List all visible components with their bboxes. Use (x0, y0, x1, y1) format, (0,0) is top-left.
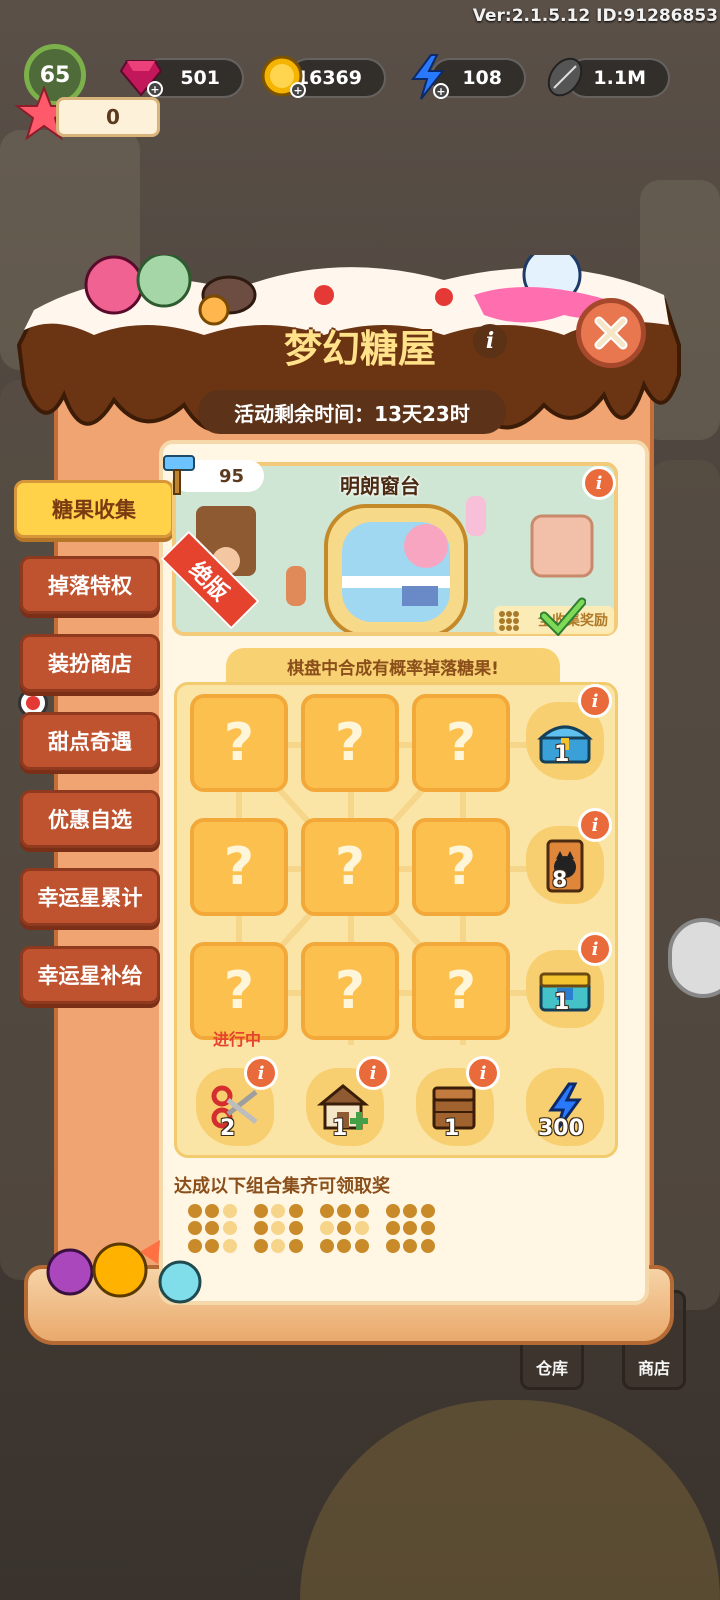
combo-dot (288, 1221, 303, 1236)
candy-slot[interactable]: ? (301, 818, 399, 916)
combo-dot (337, 1221, 352, 1236)
combo-dot (320, 1204, 334, 1218)
column-reward-info-icon[interactable]: i (244, 1056, 278, 1090)
combo-dot (354, 1238, 369, 1253)
combo-dot (271, 1238, 286, 1253)
combo-dot (386, 1204, 400, 1218)
combo-dot (254, 1238, 268, 1253)
row-reward-info-icon[interactable]: i (578, 808, 612, 842)
row-reward-info-icon[interactable]: i (578, 932, 612, 966)
column-reward-info-icon[interactable]: i (466, 1056, 500, 1090)
close-icon (594, 316, 628, 350)
candy-slot[interactable]: ? (301, 694, 399, 792)
gem-icon: + (116, 52, 166, 102)
paint-roller-count: 95 (218, 465, 244, 487)
combo-dot (222, 1204, 237, 1218)
combo-pattern-4[interactable] (386, 1204, 436, 1254)
gems-value: 501 (180, 67, 220, 89)
candy-slot[interactable]: ? (190, 818, 288, 916)
title-info-icon[interactable]: i (473, 324, 507, 358)
combo-dot (254, 1204, 268, 1218)
combo-dot (320, 1238, 334, 1253)
combo-dot (420, 1238, 435, 1253)
candy-slot[interactable]: ? (190, 694, 288, 792)
candy-slot[interactable]: ? (412, 942, 510, 1040)
combo-dot (386, 1221, 400, 1236)
combo-dot (403, 1221, 418, 1236)
check-icon (540, 597, 586, 636)
row-reward-count: 8 (552, 868, 568, 893)
coin-icon: + (258, 52, 308, 102)
combo-dot (403, 1204, 418, 1218)
combo-dot (254, 1221, 268, 1236)
combo-dot (386, 1238, 400, 1253)
row-reward-info-icon[interactable]: i (578, 684, 612, 718)
combo-pattern-2[interactable] (254, 1204, 304, 1254)
svg-text:+: + (293, 84, 302, 97)
combo-dot (354, 1221, 369, 1236)
version-label: Ver:2.1.5.12 ID:91286853 (472, 6, 718, 26)
lucky-star-counter[interactable]: 0 (56, 97, 160, 137)
side-close-button[interactable] (668, 918, 720, 998)
combo-dot (337, 1238, 352, 1253)
column-reward-count: 300 (538, 1116, 584, 1141)
combo-dot (205, 1221, 220, 1236)
combo-pattern-1[interactable] (188, 1204, 238, 1254)
row-reward-count: 1 (554, 990, 570, 1015)
energy-lightning-icon: + (404, 52, 454, 102)
combo-dot (288, 1238, 303, 1253)
tab-drop-privilege[interactable]: 掉落特权 (20, 556, 160, 614)
column-reward-info-icon[interactable]: i (356, 1056, 390, 1090)
grid-dots-icon (499, 611, 519, 631)
combo-dot (188, 1221, 202, 1236)
combo-dot (403, 1238, 418, 1253)
close-button[interactable] (576, 298, 646, 368)
seeds-value: 1.1M (593, 67, 646, 89)
svg-text:+: + (436, 85, 445, 98)
row-reward-count: 1 (554, 742, 570, 767)
star-count: 0 (106, 105, 120, 129)
combo-dot (205, 1238, 220, 1253)
tab-costume-shop[interactable]: 装扮商店 (20, 634, 160, 692)
combo-pattern-3[interactable] (320, 1204, 370, 1254)
column-reward-count: 1 (444, 1116, 460, 1141)
tab-lucky-star-total[interactable]: 幸运星累计 (20, 868, 160, 926)
combo-dot (420, 1221, 435, 1236)
drop-hint: 棋盘中合成有概率掉落糖果! (226, 648, 560, 684)
combo-dot (420, 1204, 435, 1218)
combo-dot (288, 1204, 303, 1218)
combo-dot (337, 1204, 352, 1218)
column-reward-count: 2 (220, 1116, 236, 1141)
tab-deal-select[interactable]: 优惠自选 (20, 790, 160, 848)
tab-lucky-star-supply[interactable]: 幸运星补给 (20, 946, 160, 1004)
combo-dot (205, 1204, 220, 1218)
column-reward-count: 1 (332, 1116, 348, 1141)
banner-info-icon[interactable]: i (582, 466, 616, 500)
candy-slot[interactable]: ? (301, 942, 399, 1040)
event-timer: 活动剩余时间：13天23时 (198, 390, 506, 434)
tab-dessert-adventure[interactable]: 甜点奇遇 (20, 712, 160, 770)
combo-dot (320, 1221, 334, 1236)
svg-text:+: + (150, 83, 159, 96)
tab-candy-collect[interactable]: 糖果收集 (14, 480, 174, 538)
banner-item-name: 明朗窗台 (340, 474, 420, 498)
combo-dot (271, 1204, 286, 1218)
combo-dot (271, 1221, 286, 1236)
combo-label: 达成以下组合集齐可领取奖 (174, 1176, 390, 1197)
candy-slot[interactable]: ? (412, 818, 510, 916)
combo-dot (188, 1204, 202, 1218)
combo-dot (354, 1204, 369, 1218)
energy-value: 108 (462, 67, 502, 89)
in-progress-label: 进行中 (212, 1030, 261, 1049)
combo-dot (222, 1238, 237, 1253)
combo-dot (222, 1221, 237, 1236)
combo-dot (188, 1238, 202, 1253)
paint-roller-icon (163, 455, 195, 495)
seed-icon (540, 52, 590, 102)
candy-slot[interactable]: ? (412, 694, 510, 792)
